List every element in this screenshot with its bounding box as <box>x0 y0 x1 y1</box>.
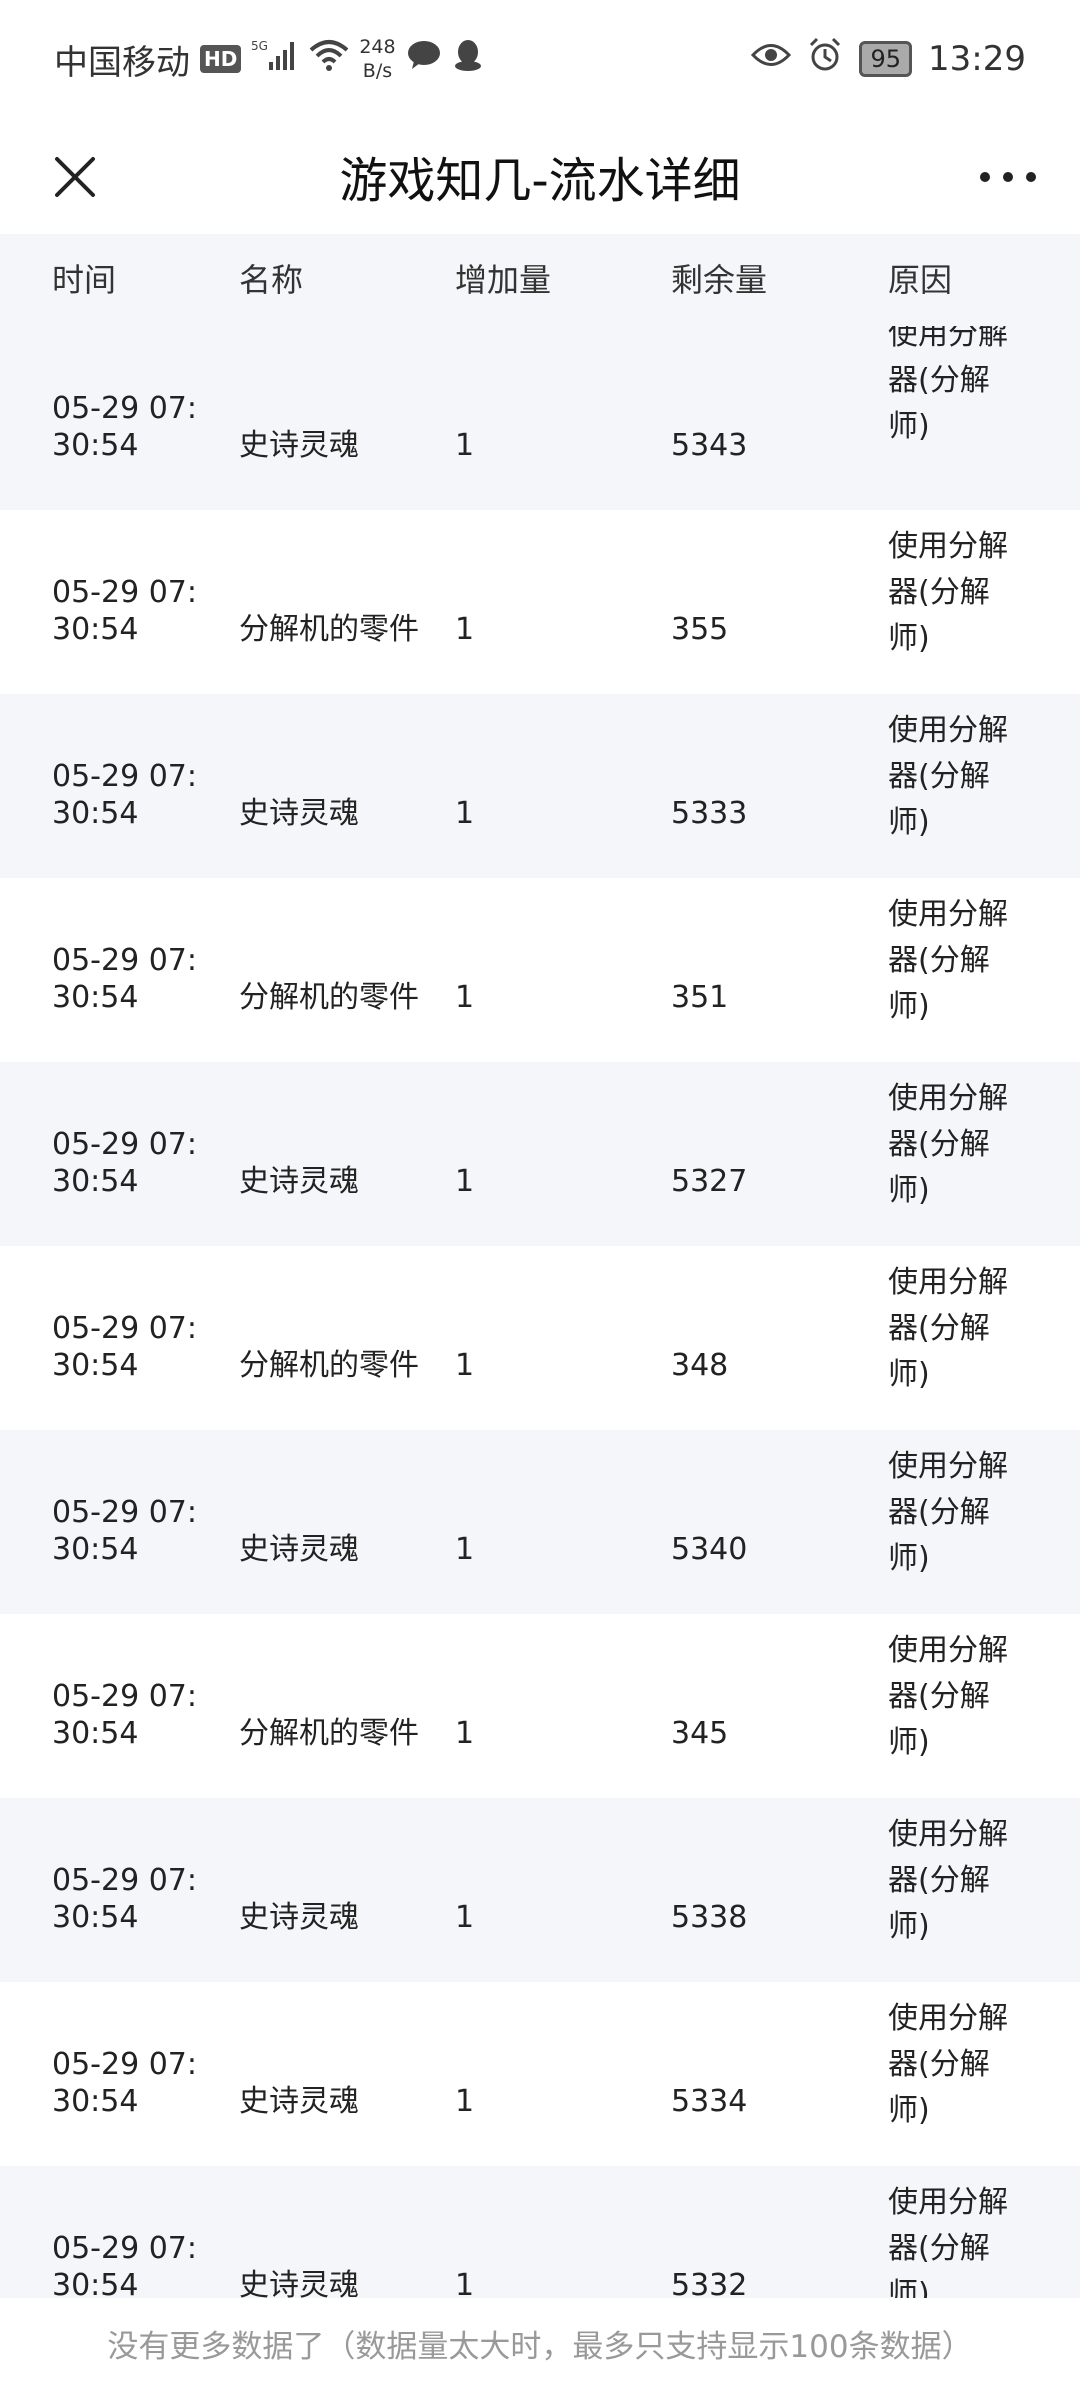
header-reason: 原因 <box>888 261 953 299</box>
status-right: 95 13:29 <box>751 37 1026 82</box>
cell-time: 05-29 07:30:54 <box>52 943 197 1015</box>
cell-time: 05-29 07:30:54 <box>52 759 197 831</box>
table-row: 05-29 07:30:54 史诗灵魂 1 5327 使用分解器(分解师) <box>0 1062 1080 1246</box>
table-row: 05-29 07:30:54 史诗灵魂 1 5334 使用分解器(分解师) <box>0 1982 1080 2166</box>
qq-icon <box>452 38 484 81</box>
signal-icon: 5G <box>251 38 299 81</box>
more-button[interactable] <box>968 142 1048 212</box>
cell-reason: 使用分解器(分解师) <box>888 713 1008 840</box>
cell-name: 史诗灵魂 <box>239 2084 359 2119</box>
header-name: 名称 <box>239 261 304 299</box>
cell-name: 分解机的零件 <box>239 1716 419 1751</box>
status-bar: 中国移动 HD 5G 248 B/s 95 13:29 <box>0 0 1080 118</box>
cell-reason: 使用分解器(分解师) <box>888 1633 1008 1760</box>
header-add: 增加量 <box>455 261 552 299</box>
battery-indicator: 95 <box>859 41 913 77</box>
cell-rest: 5338 <box>671 1900 748 1935</box>
cell-rest: 355 <box>671 612 729 647</box>
cell-time: 05-29 07:30:54 <box>52 2047 197 2119</box>
title-bar: 游戏知几-流水详细 <box>0 118 1080 234</box>
alarm-icon <box>807 37 843 82</box>
cell-time: 05-29 07:30:54 <box>52 1679 197 1751</box>
cell-add: 1 <box>455 1532 475 1567</box>
cell-reason: 使用分解器(分解师) <box>888 2001 1008 2128</box>
status-left: 中国移动 HD 5G 248 B/s <box>54 35 751 84</box>
cell-time: 05-29 07:30:54 <box>52 391 197 463</box>
cell-add: 1 <box>455 1348 475 1383</box>
clock: 13:29 <box>928 39 1026 79</box>
cell-rest: 5333 <box>671 796 748 831</box>
network-speed-value: 248 <box>359 36 396 58</box>
svg-text:5G: 5G <box>251 39 268 53</box>
cell-time: 05-29 07:30:54 <box>52 575 197 647</box>
table-row: 05-29 07:30:54 史诗灵魂 1 5332 使用分解器(分解师) <box>0 2166 1080 2298</box>
cell-name: 史诗灵魂 <box>239 1900 359 1935</box>
cell-add: 1 <box>455 980 475 1015</box>
network-speed-unit: B/s <box>362 60 393 82</box>
table-row: 05-29 07:30:54 史诗灵魂 1 5343 使用分解器(分解师) <box>0 326 1080 510</box>
cell-rest: 5340 <box>671 1532 748 1567</box>
table-row: 05-29 07:30:54 分解机的零件 1 351 使用分解器(分解师) <box>0 878 1080 1062</box>
network-speed: 248 B/s <box>359 35 395 83</box>
cell-reason: 使用分解器(分解师) <box>888 1817 1008 1944</box>
cell-time: 05-29 07:30:54 <box>52 1495 197 1567</box>
cell-add: 1 <box>455 796 475 831</box>
header-rest: 剩余量 <box>671 261 768 299</box>
page-title: 游戏知几-流水详细 <box>339 153 741 209</box>
cell-add: 1 <box>455 1716 475 1751</box>
close-button[interactable] <box>40 142 110 212</box>
cell-rest: 348 <box>671 1348 729 1383</box>
cell-rest: 5343 <box>671 428 748 463</box>
cell-add: 1 <box>455 2084 475 2119</box>
table-header: 时间 名称 增加量 剩余量 原因 <box>0 234 1080 326</box>
message-icon <box>406 39 442 80</box>
cell-rest: 5334 <box>671 2084 748 2119</box>
no-more-data-footer: 没有更多数据了（数据量太大时，最多只支持显示100条数据） <box>0 2298 1080 2388</box>
cell-name: 史诗灵魂 <box>239 2268 359 2298</box>
cell-add: 1 <box>455 1164 475 1199</box>
wifi-icon <box>309 38 349 81</box>
cell-reason: 使用分解器(分解师) <box>888 1081 1008 1208</box>
cell-name: 史诗灵魂 <box>239 1164 359 1199</box>
cell-rest: 351 <box>671 980 729 1015</box>
cell-add: 1 <box>455 428 475 463</box>
close-icon <box>55 157 95 197</box>
cell-reason: 使用分解器(分解师) <box>888 2185 1008 2298</box>
table-row: 05-29 07:30:54 分解机的零件 1 345 使用分解器(分解师) <box>0 1614 1080 1798</box>
table-row: 05-29 07:30:54 史诗灵魂 1 5333 使用分解器(分解师) <box>0 694 1080 878</box>
table-body[interactable]: 05-29 07:30:54 史诗灵魂 1 5343 使用分解器(分解师) 05… <box>0 326 1080 2298</box>
table-row: 05-29 07:30:54 史诗灵魂 1 5338 使用分解器(分解师) <box>0 1798 1080 1982</box>
eye-icon <box>751 39 792 79</box>
cell-reason: 使用分解器(分解师) <box>888 897 1008 1024</box>
cell-rest: 345 <box>671 1716 729 1751</box>
cell-reason: 使用分解器(分解师) <box>888 1449 1008 1576</box>
more-dots-icon <box>980 172 1036 182</box>
cell-time: 05-29 07:30:54 <box>52 1863 197 1935</box>
cell-add: 1 <box>455 2268 475 2298</box>
cell-rest: 5327 <box>671 1164 748 1199</box>
cell-name: 史诗灵魂 <box>239 1532 359 1567</box>
cell-name: 史诗灵魂 <box>239 428 359 463</box>
table-row: 05-29 07:30:54 史诗灵魂 1 5340 使用分解器(分解师) <box>0 1430 1080 1614</box>
cell-time: 05-29 07:30:54 <box>52 1127 197 1199</box>
cell-name: 分解机的零件 <box>239 1348 419 1383</box>
header-time: 时间 <box>52 261 117 299</box>
cell-time: 05-29 07:30:54 <box>52 1311 197 1383</box>
cell-reason: 使用分解器(分解师) <box>888 326 1008 444</box>
cell-name: 分解机的零件 <box>239 612 419 647</box>
cell-reason: 使用分解器(分解师) <box>888 1265 1008 1392</box>
cell-reason: 使用分解器(分解师) <box>888 529 1008 656</box>
cell-time: 05-29 07:30:54 <box>52 2231 197 2298</box>
cell-name: 史诗灵魂 <box>239 796 359 831</box>
hd-badge: HD <box>200 45 242 73</box>
cell-add: 1 <box>455 1900 475 1935</box>
carrier-label: 中国移动 <box>54 42 190 83</box>
cell-add: 1 <box>455 612 475 647</box>
table-row: 05-29 07:30:54 分解机的零件 1 355 使用分解器(分解师) <box>0 510 1080 694</box>
cell-name: 分解机的零件 <box>239 980 419 1015</box>
cell-rest: 5332 <box>671 2268 748 2298</box>
table-row: 05-29 07:30:54 分解机的零件 1 348 使用分解器(分解师) <box>0 1246 1080 1430</box>
